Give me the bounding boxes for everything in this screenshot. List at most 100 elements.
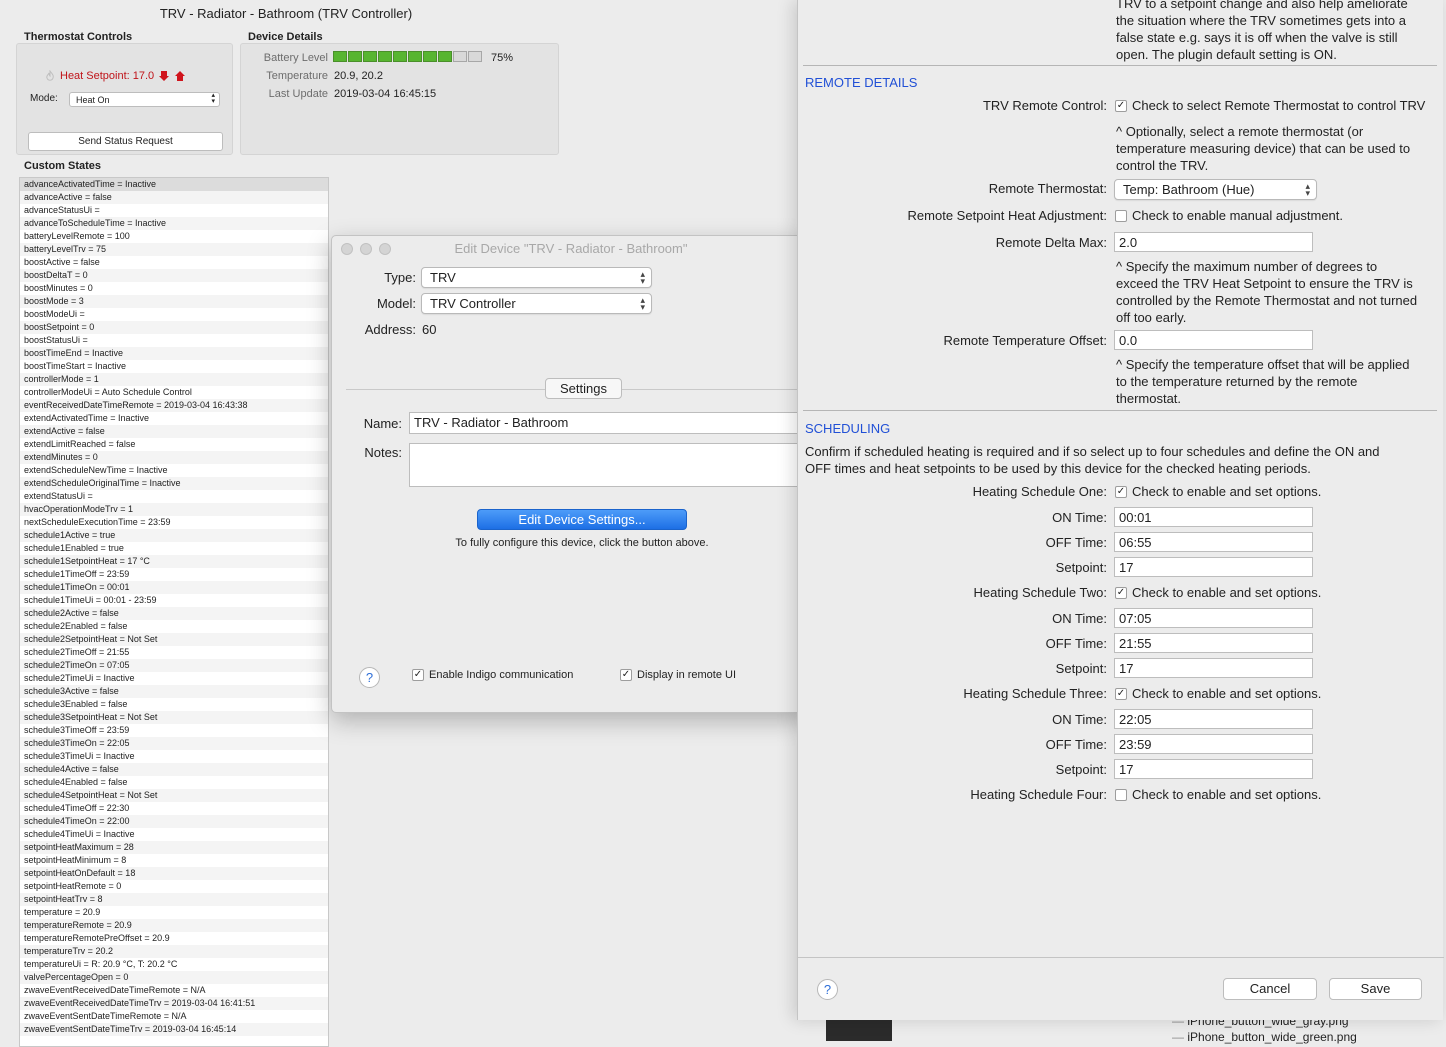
setpoint-adjust-checkbox[interactable]: [1115, 209, 1127, 222]
state-row[interactable]: schedule4TimeUi = Inactive: [20, 828, 328, 841]
state-row[interactable]: setpointHeatMaximum = 28: [20, 841, 328, 854]
state-row[interactable]: schedule4SetpointHeat = Not Set: [20, 789, 328, 802]
state-row[interactable]: boostMinutes = 0: [20, 282, 328, 295]
state-row[interactable]: zwaveEventSentDateTimeRemote = N/A: [20, 1010, 328, 1023]
tab-settings[interactable]: Settings: [545, 378, 622, 399]
schedule-four-checkbox[interactable]: [1115, 788, 1127, 801]
schedule-two-setpoint-field[interactable]: 17: [1114, 658, 1313, 678]
state-row[interactable]: setpointHeatMinimum = 8: [20, 854, 328, 867]
enable-comm-option[interactable]: ✓ Enable Indigo communication: [412, 669, 573, 681]
delta-max-field[interactable]: 2.0: [1114, 232, 1313, 252]
mode-select[interactable]: Heat On ▴ ▾: [69, 92, 220, 107]
state-row[interactable]: schedule4TimeOn = 22:00: [20, 815, 328, 828]
state-row[interactable]: schedule3TimeOn = 22:05: [20, 737, 328, 750]
state-row[interactable]: batteryLevelRemote = 100: [20, 230, 328, 243]
state-row[interactable]: schedule1SetpointHeat = 17 °C: [20, 555, 328, 568]
state-row[interactable]: extendScheduleNewTime = Inactive: [20, 464, 328, 477]
edit-device-settings-button[interactable]: Edit Device Settings...: [477, 509, 687, 530]
state-row[interactable]: zwaveEventReceivedDateTimeTrv = 2019-03-…: [20, 997, 328, 1010]
state-row[interactable]: schedule2TimeOn = 07:05: [20, 659, 328, 672]
state-row[interactable]: temperatureRemote = 20.9: [20, 919, 328, 932]
state-row[interactable]: eventReceivedDateTimeRemote = 2019-03-04…: [20, 399, 328, 412]
state-row[interactable]: boostDeltaT = 0: [20, 269, 328, 282]
state-row[interactable]: extendLimitReached = false: [20, 438, 328, 451]
help-button[interactable]: ?: [817, 979, 838, 1000]
state-row[interactable]: boostTimeStart = Inactive: [20, 360, 328, 373]
schedule-two-off-field[interactable]: 21:55: [1114, 633, 1313, 653]
state-row[interactable]: advanceStatusUi =: [20, 204, 328, 217]
cancel-button[interactable]: Cancel: [1223, 978, 1317, 1000]
state-row[interactable]: boostStatusUi =: [20, 334, 328, 347]
schedule-one-option[interactable]: ✓ Check to enable and set options.: [1115, 484, 1321, 499]
state-row[interactable]: zwaveEventReceivedDateTimeRemote = N/A: [20, 984, 328, 997]
notes-field[interactable]: [409, 443, 810, 487]
state-row[interactable]: schedule3Active = false: [20, 685, 328, 698]
state-row[interactable]: extendActive = false: [20, 425, 328, 438]
trv-remote-control-option[interactable]: ✓ Check to select Remote Thermostat to c…: [1115, 98, 1425, 113]
type-select[interactable]: TRV ▴ ▾: [421, 267, 652, 288]
state-row[interactable]: extendActivatedTime = Inactive: [20, 412, 328, 425]
state-row[interactable]: advanceActivatedTime = Inactive: [20, 178, 328, 191]
setpoint-up-icon[interactable]: [174, 70, 186, 82]
remote-ui-checkbox[interactable]: ✓: [620, 669, 632, 681]
state-row[interactable]: temperature = 20.9: [20, 906, 328, 919]
state-row[interactable]: boostModeUi =: [20, 308, 328, 321]
schedule-three-checkbox[interactable]: ✓: [1115, 687, 1127, 700]
state-row[interactable]: extendMinutes = 0: [20, 451, 328, 464]
schedule-four-option[interactable]: Check to enable and set options.: [1115, 787, 1321, 802]
state-row[interactable]: batteryLevelTrv = 75: [20, 243, 328, 256]
state-row[interactable]: schedule1TimeOff = 23:59: [20, 568, 328, 581]
schedule-three-option[interactable]: ✓ Check to enable and set options.: [1115, 686, 1321, 701]
state-row[interactable]: schedule2Active = false: [20, 607, 328, 620]
send-status-request-button[interactable]: Send Status Request: [28, 132, 223, 151]
temp-offset-field[interactable]: 0.0: [1114, 330, 1313, 350]
state-row[interactable]: setpointHeatTrv = 8: [20, 893, 328, 906]
schedule-one-setpoint-field[interactable]: 17: [1114, 557, 1313, 577]
schedule-two-checkbox[interactable]: ✓: [1115, 586, 1127, 599]
state-row[interactable]: schedule4Active = false: [20, 763, 328, 776]
state-row[interactable]: schedule3TimeOff = 23:59: [20, 724, 328, 737]
schedule-one-off-field[interactable]: 06:55: [1114, 532, 1313, 552]
save-button[interactable]: Save: [1329, 978, 1422, 1000]
state-row[interactable]: boostActive = false: [20, 256, 328, 269]
remote-ui-option[interactable]: ✓ Display in remote UI: [620, 669, 736, 681]
state-row[interactable]: schedule2SetpointHeat = Not Set: [20, 633, 328, 646]
state-row[interactable]: schedule1Active = true: [20, 529, 328, 542]
state-row[interactable]: temperatureTrv = 20.2: [20, 945, 328, 958]
state-row[interactable]: schedule3SetpointHeat = Not Set: [20, 711, 328, 724]
state-row[interactable]: schedule1TimeUi = 00:01 - 23:59: [20, 594, 328, 607]
setpoint-down-icon[interactable]: [158, 70, 170, 82]
state-row[interactable]: schedule1Enabled = true: [20, 542, 328, 555]
state-row[interactable]: advanceToScheduleTime = Inactive: [20, 217, 328, 230]
model-select[interactable]: TRV Controller ▴ ▾: [421, 293, 652, 314]
enable-comm-checkbox[interactable]: ✓: [412, 669, 424, 681]
state-row[interactable]: setpointHeatOnDefault = 18: [20, 867, 328, 880]
state-row[interactable]: boostSetpoint = 0: [20, 321, 328, 334]
name-field[interactable]: TRV - Radiator - Bathroom: [409, 412, 810, 434]
schedule-one-on-field[interactable]: 00:01: [1114, 507, 1313, 527]
state-row[interactable]: extendScheduleOriginalTime = Inactive: [20, 477, 328, 490]
schedule-three-on-field[interactable]: 22:05: [1114, 709, 1313, 729]
state-row[interactable]: schedule2Enabled = false: [20, 620, 328, 633]
state-row[interactable]: schedule3TimeUi = Inactive: [20, 750, 328, 763]
schedule-three-off-field[interactable]: 23:59: [1114, 734, 1313, 754]
state-row[interactable]: temperatureRemotePreOffset = 20.9: [20, 932, 328, 945]
state-row[interactable]: valvePercentageOpen = 0: [20, 971, 328, 984]
state-row[interactable]: schedule3Enabled = false: [20, 698, 328, 711]
setpoint-adjust-option[interactable]: Check to enable manual adjustment.: [1115, 208, 1343, 223]
state-row[interactable]: schedule2TimeOff = 21:55: [20, 646, 328, 659]
state-row[interactable]: schedule4Enabled = false: [20, 776, 328, 789]
help-button[interactable]: ?: [359, 667, 380, 688]
state-row[interactable]: schedule2TimeUi = Inactive: [20, 672, 328, 685]
state-row[interactable]: temperatureUi = R: 20.9 °C, T: 20.2 °C: [20, 958, 328, 971]
trv-remote-control-checkbox[interactable]: ✓: [1115, 99, 1127, 112]
state-row[interactable]: nextScheduleExecutionTime = 23:59: [20, 516, 328, 529]
state-row[interactable]: zwaveEventSentDateTimeTrv = 2019-03-04 1…: [20, 1023, 328, 1036]
schedule-one-checkbox[interactable]: ✓: [1115, 485, 1127, 498]
state-row[interactable]: boostMode = 3: [20, 295, 328, 308]
state-row[interactable]: setpointHeatRemote = 0: [20, 880, 328, 893]
state-row[interactable]: controllerModeUi = Auto Schedule Control: [20, 386, 328, 399]
schedule-three-setpoint-field[interactable]: 17: [1114, 759, 1313, 779]
state-row[interactable]: hvacOperationModeTrv = 1: [20, 503, 328, 516]
state-row[interactable]: boostTimeEnd = Inactive: [20, 347, 328, 360]
